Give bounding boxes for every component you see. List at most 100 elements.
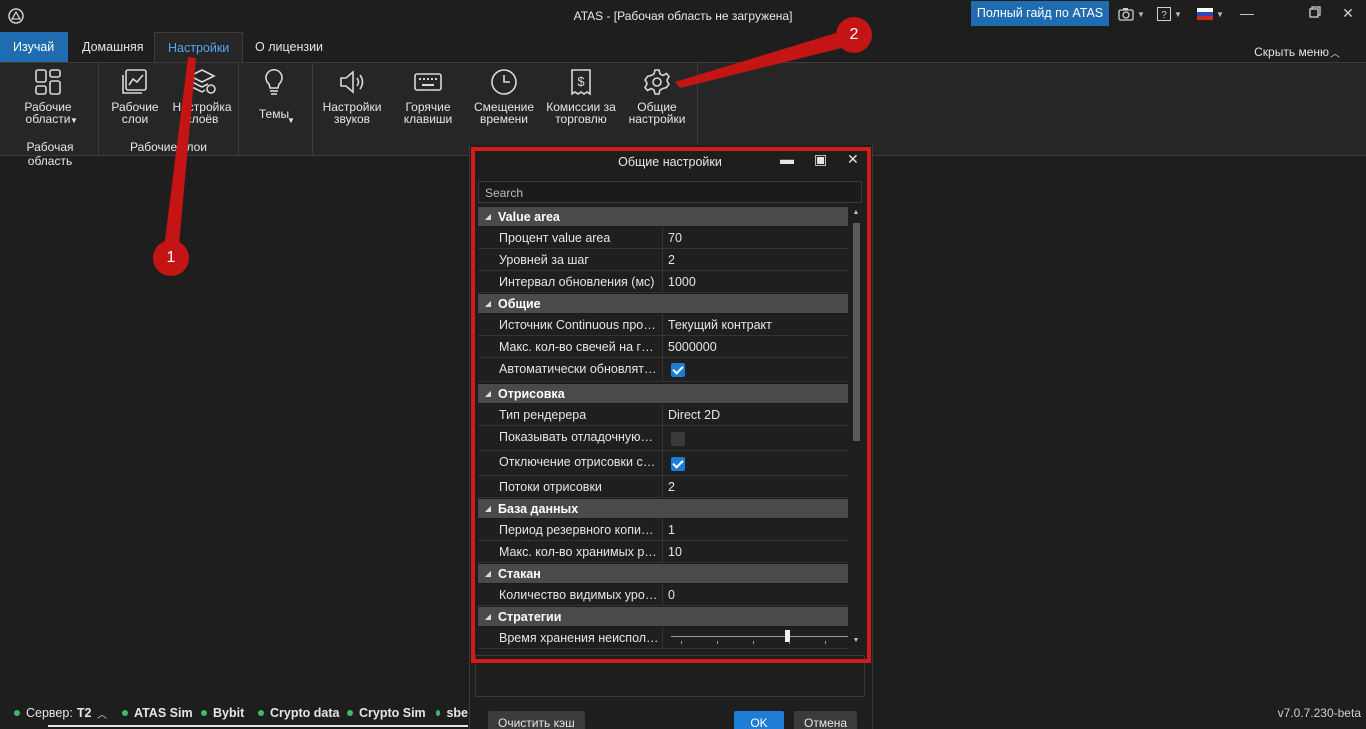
property-value[interactable]: 5000000 bbox=[663, 336, 717, 358]
ribbon-panel: Рабочие области ▼ Рабочая область Рабочи… bbox=[0, 62, 1366, 168]
connection-sbe[interactable]: sbe bbox=[436, 706, 468, 720]
maximize-icon: ▣ bbox=[814, 151, 828, 167]
storage-time-slider-track[interactable] bbox=[671, 636, 848, 637]
commissions-button[interactable]: $ Комиссии за торговлю bbox=[542, 67, 620, 125]
property-row[interactable]: Интервал обновления (мс) 1000 bbox=[478, 271, 848, 293]
disable-rendering-checkbox[interactable] bbox=[671, 456, 685, 471]
property-value[interactable]: Direct 2D bbox=[663, 404, 720, 426]
property-row[interactable]: Автоматически обновлят… bbox=[478, 358, 848, 382]
minimize-icon: — bbox=[1240, 5, 1254, 21]
property-name: Тип рендерера bbox=[478, 404, 663, 425]
category-strategies[interactable]: ◢ Стратегии bbox=[478, 607, 848, 626]
collapse-triangle-icon: ◢ bbox=[484, 612, 492, 621]
dialog-close-button[interactable]: ✕ bbox=[847, 151, 859, 168]
category-value-area[interactable]: ◢ Value area bbox=[478, 207, 848, 226]
status-dot bbox=[258, 710, 264, 716]
property-grid-scrollbar[interactable]: ▲ ▼ bbox=[850, 207, 862, 650]
property-name: Период резервного копи… bbox=[478, 519, 663, 540]
collapse-triangle-icon: ◢ bbox=[484, 212, 492, 221]
property-value[interactable]: 10 bbox=[663, 541, 682, 563]
property-row[interactable]: Период резервного копи… 1 bbox=[478, 519, 848, 541]
help-menu[interactable]: ? ▼ bbox=[1157, 5, 1182, 23]
group-label-workspace: Рабочая область bbox=[26, 140, 74, 168]
property-value[interactable]: 2 bbox=[663, 249, 675, 271]
lightbulb-icon bbox=[265, 69, 283, 95]
tab-home[interactable]: Домашняя bbox=[69, 32, 157, 62]
full-guide-button[interactable]: Полный гайд по ATAS bbox=[971, 1, 1109, 26]
chevron-down-icon: ▼ bbox=[1137, 9, 1145, 19]
tab-license[interactable]: О лицензии bbox=[242, 32, 336, 62]
property-row[interactable]: Время хранения неиспол… bbox=[478, 627, 848, 649]
work-layers-button[interactable]: Рабочие слои bbox=[99, 67, 171, 125]
hide-menu-button[interactable]: Скрыть меню bbox=[1254, 45, 1329, 59]
tab-settings[interactable]: Настройки bbox=[154, 32, 244, 62]
layer-settings-button[interactable]: Настройка слоёв bbox=[166, 67, 238, 125]
sound-settings-label: Настройки звуков bbox=[322, 100, 382, 126]
chevron-up-icon[interactable]: ︿ bbox=[97, 706, 107, 721]
property-row[interactable]: Макс. кол-во хранимых р… 10 bbox=[478, 541, 848, 563]
chevron-down-icon: ▼ bbox=[1216, 9, 1224, 19]
dialog-title: Общие настройки bbox=[618, 155, 722, 169]
scrollbar-thumb[interactable] bbox=[853, 223, 860, 441]
property-name: Количество видимых уро… bbox=[478, 584, 663, 605]
property-row[interactable]: Источник Continuous про… Текущий контракт bbox=[478, 314, 848, 336]
workspaces-button[interactable]: Рабочие области ▼ bbox=[12, 67, 84, 125]
auto-update-checkbox[interactable] bbox=[671, 363, 685, 378]
property-row[interactable]: Потоки отрисовки 2 bbox=[478, 476, 848, 498]
property-name: Процент value area bbox=[478, 227, 663, 248]
property-row[interactable]: Количество видимых уро… 0 bbox=[478, 584, 848, 606]
property-value[interactable]: Текущий контракт bbox=[663, 314, 772, 336]
property-name: Потоки отрисовки bbox=[478, 476, 663, 497]
category-general[interactable]: ◢ Общие bbox=[478, 294, 848, 313]
settings-search-input[interactable]: Search bbox=[478, 181, 862, 203]
general-settings-dialog: Общие настройки ▬ ▣ ✕ Search ◢ Value area… bbox=[469, 145, 873, 729]
status-dot bbox=[347, 710, 353, 716]
minimize-button[interactable]: — bbox=[1235, 5, 1259, 23]
tab-learn[interactable]: Изучай bbox=[0, 32, 68, 62]
property-value[interactable]: 2 bbox=[663, 476, 675, 498]
dialog-maximize-button[interactable]: ▣ bbox=[814, 151, 827, 168]
time-offset-button[interactable]: Смещение времени bbox=[468, 67, 540, 125]
server-value: T2 bbox=[76, 706, 92, 720]
hotkeys-button[interactable]: Горячие клавиши bbox=[392, 67, 464, 125]
ribbon-separator bbox=[312, 63, 313, 156]
themes-label: Темы bbox=[258, 107, 290, 121]
chevron-down-icon: ▼ bbox=[287, 116, 295, 125]
category-rendering[interactable]: ◢ Отрисовка bbox=[478, 384, 848, 403]
debug-info-checkbox[interactable] bbox=[671, 431, 685, 446]
property-row[interactable]: Тип рендерера Direct 2D bbox=[478, 404, 848, 426]
category-label: Отрисовка bbox=[498, 386, 565, 401]
connection-bybit[interactable]: Bybit bbox=[201, 706, 244, 720]
maximize-button[interactable] bbox=[1303, 5, 1327, 23]
property-name: Макс. кол-во свечей на г… bbox=[478, 336, 663, 357]
themes-button[interactable]: Темы ▼ bbox=[238, 67, 310, 125]
server-status[interactable]: Сервер: T2 bbox=[14, 706, 91, 720]
property-row[interactable]: Уровней за шаг 2 bbox=[478, 249, 848, 271]
category-dom[interactable]: ◢ Стакан bbox=[478, 564, 848, 583]
connection-atas-sim[interactable]: ATAS Sim bbox=[122, 706, 193, 720]
general-settings-label: Общие настройки bbox=[628, 100, 686, 126]
property-value[interactable]: 1 bbox=[663, 519, 675, 541]
ribbon-tabs: Изучай Домашняя Настройки О лицензии bbox=[0, 32, 1366, 62]
connection-crypto-data[interactable]: Crypto data bbox=[258, 706, 339, 720]
category-database[interactable]: ◢ База данных bbox=[478, 499, 848, 518]
property-value[interactable]: 0 bbox=[663, 584, 675, 606]
dialog-minimize-button[interactable]: ▬ bbox=[780, 151, 794, 167]
property-value[interactable]: 1000 bbox=[663, 271, 696, 293]
property-row[interactable]: Отключение отрисовки с… bbox=[478, 451, 848, 476]
property-row[interactable]: Макс. кол-во свечей на г… 5000000 bbox=[478, 336, 848, 358]
close-button[interactable]: ✕ bbox=[1336, 5, 1360, 23]
property-value[interactable]: 70 bbox=[663, 227, 682, 249]
general-settings-button[interactable]: Общие настройки bbox=[621, 67, 693, 125]
property-row[interactable]: Процент value area 70 bbox=[478, 227, 848, 249]
scroll-up-icon[interactable]: ▲ bbox=[850, 209, 862, 216]
workspaces-icon bbox=[35, 69, 61, 95]
speaker-icon bbox=[340, 70, 364, 94]
slider-tick bbox=[753, 641, 754, 644]
language-menu[interactable]: ▼ bbox=[1197, 5, 1224, 23]
sound-settings-button[interactable]: Настройки звуков bbox=[316, 67, 388, 125]
screenshot-menu[interactable]: ▼ bbox=[1118, 5, 1145, 23]
connection-crypto-sim[interactable]: Crypto Sim bbox=[347, 706, 426, 720]
scroll-down-icon[interactable]: ▼ bbox=[850, 637, 862, 644]
property-row[interactable]: Показывать отладочную… bbox=[478, 426, 848, 451]
